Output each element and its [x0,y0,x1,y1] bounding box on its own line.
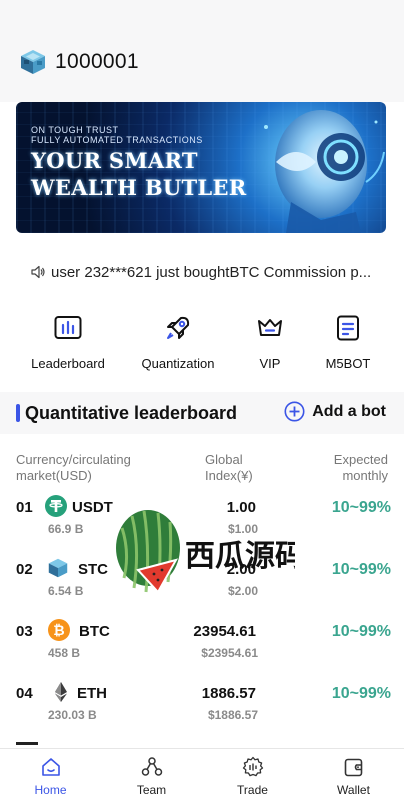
table-row[interactable]: 04 ETH 230.03 B 1886.57 $1886.57 10~99% [0,680,404,742]
row-index: 1886.57 [201,685,256,702]
row-expected-return: 10~99% [331,561,391,578]
svg-text:₿: ₿ [53,623,64,639]
quick-leaderboard[interactable]: Leaderboard [30,314,106,371]
btc-icon: ₿ [48,619,70,641]
speaker-icon [31,265,45,279]
row-index-usd: $1886.57 [207,708,258,722]
wallet-icon [344,758,362,777]
eth-icon [55,682,67,702]
quick-vip-label: VIP [259,356,281,371]
chart-icon [54,316,82,339]
document-icon [337,315,359,341]
row-expected-return: 10~99% [331,685,391,702]
column-header-index: Global Index(¥) [205,452,253,483]
svg-text:西瓜源码: 西瓜源码 [185,539,295,574]
leaderboard-header: Quantitative leaderboard Add a bot [0,392,404,434]
quick-m5bot[interactable]: M5BOT [318,314,378,371]
row-symbol: BTC [79,623,110,640]
add-bot-button[interactable]: Add a bot [284,401,386,422]
tab-wallet[interactable]: Wallet [303,749,404,802]
row-rank: 01 [16,499,33,516]
home-icon [41,758,60,776]
banner-headline-1: YOUR SMART [31,148,198,173]
row-expected-return: 10~99% [331,623,391,640]
row-market-cap: 66.9 B [48,522,84,536]
column-header-currency: Currency/circulating market(USD) [16,452,131,483]
quick-quantization-label: Quantization [141,356,215,371]
row-index-usd: $23954.61 [201,646,258,660]
quick-leaderboard-label: Leaderboard [31,356,105,371]
rocket-icon [167,316,190,339]
column-header-expected: Expected monthly [333,452,388,483]
bottom-tab-bar: Home Team Trade Wallet [0,748,404,802]
row-symbol: USDT [72,499,113,516]
row-rank: 02 [16,561,33,578]
plus-circle-icon [284,401,305,422]
crown-icon [258,319,282,336]
tab-wallet-label: Wallet [337,783,370,797]
row-market-cap: 458 B [48,646,81,660]
team-icon [141,757,162,776]
row-rank: 03 [16,623,33,640]
row-market-cap: 6.54 B [48,584,84,598]
notice-ticker[interactable]: user 232***621 just boughtBTC Commission… [30,262,380,282]
banner-tagline-2: FULLY AUTOMATED TRANSACTIONS [31,135,203,145]
row-symbol: ETH [77,685,107,702]
row-rank: 04 [16,685,33,702]
section-accent-bar [16,404,20,422]
row-expected-return: 10~99% [331,499,391,516]
cube-logo-icon [21,50,45,74]
add-bot-label: Add a bot [312,402,386,420]
banner-tagline-1: ON TOUGH TRUST [31,125,119,135]
quick-m5bot-label: M5BOT [325,356,371,371]
stc-cube-icon [48,558,68,578]
tab-team[interactable]: Team [101,749,202,802]
user-id: 1000001 [55,50,139,73]
header: 1000001 [0,0,404,102]
table-row[interactable]: 03 ₿ BTC 458 B 23954.61 $23954.61 10~99% [0,618,404,680]
tab-team-label: Team [136,783,167,797]
tab-trade-label: Trade [237,783,268,797]
quick-vip[interactable]: VIP [245,314,295,371]
promo-banner[interactable]: ON TOUGH TRUST FULLY AUTOMATED TRANSACTI… [16,102,386,233]
row-market-cap: 230.03 B [48,708,97,722]
leaderboard-title: Quantitative leaderboard [25,403,238,423]
row-index: 23954.61 [193,623,256,640]
tab-trade[interactable]: Trade [202,749,303,802]
usdt-icon [45,495,67,517]
robot-head-illustration [264,110,385,233]
notice-text: user 232***621 just boughtBTC Commission… [51,263,372,281]
trade-icon [242,756,263,777]
quick-quantization[interactable]: Quantization [138,314,218,371]
banner-headline-2: WEALTH BUTLER [31,175,247,200]
watermelon-watermark-logo: 西瓜源码 [116,510,295,594]
tab-home-label: Home [34,783,67,797]
row-symbol: STC [78,561,108,578]
tab-home[interactable]: Home [0,749,101,802]
